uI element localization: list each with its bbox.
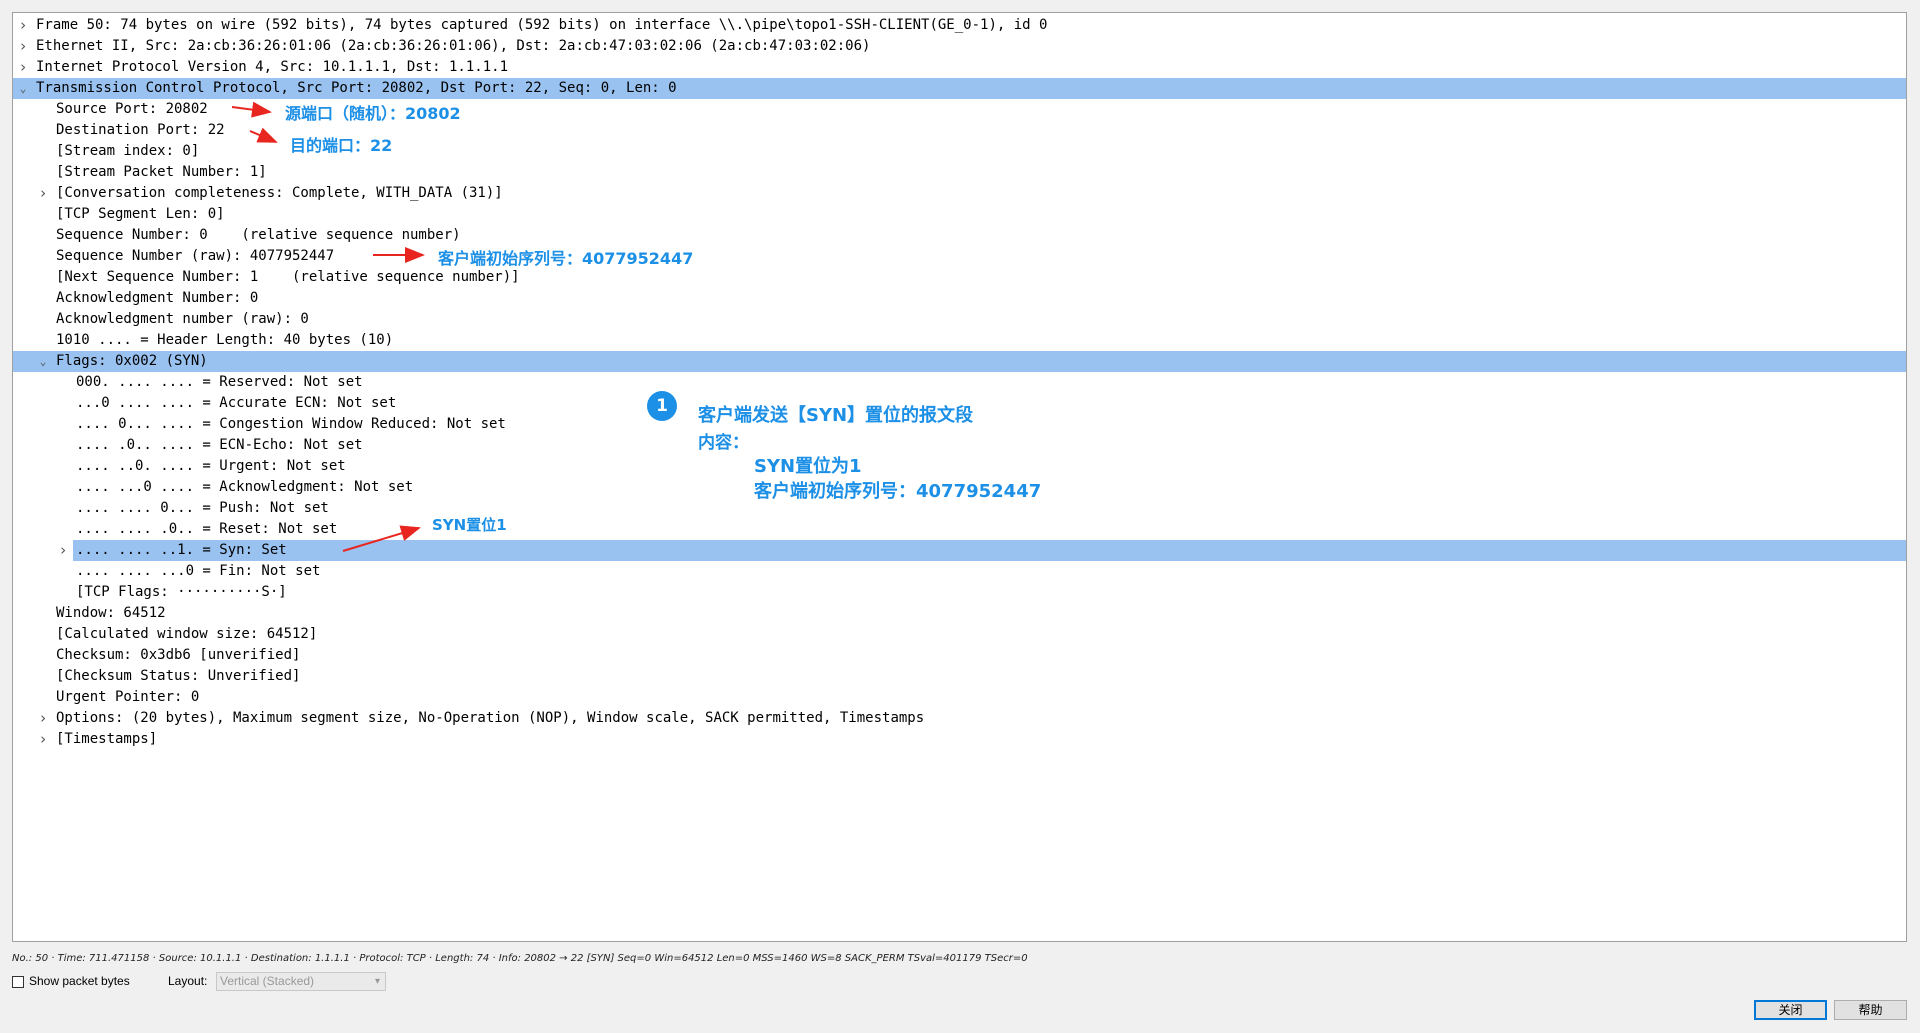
tree-row-label: Options: (20 bytes), Maximum segment siz… (56, 710, 925, 726)
chevron-right-icon[interactable]: › (17, 15, 29, 36)
tree-row[interactable]: Window: 64512 (13, 603, 1906, 624)
tree-row-label: [Timestamps] (56, 731, 158, 747)
tree-row[interactable]: Sequence Number: 0 (relative sequence nu… (13, 225, 1906, 246)
tree-row-label: .... .... 0... = Push: Not set (76, 500, 329, 516)
tree-row[interactable]: [TCP Segment Len: 0] (13, 204, 1906, 225)
tree-row[interactable]: ⌄ Flags: 0x002 (SYN) (13, 351, 1906, 372)
tree-row-label: [TCP Segment Len: 0] (56, 206, 225, 222)
tree-row-label: Frame 50: 74 bytes on wire (592 bits), 7… (36, 17, 1048, 33)
tree-row[interactable]: .... ..0. .... = Urgent: Not set (13, 456, 1906, 477)
chevron-down-icon[interactable]: ⌄ (17, 78, 29, 99)
tree-row-label: [Stream index: 0] (56, 143, 200, 159)
tree-row-label: .... .... ..1. = Syn: Set (76, 540, 291, 561)
tree-row[interactable]: › [Timestamps] (13, 729, 1906, 750)
tree-row-label: [Conversation completeness: Complete, WI… (56, 185, 503, 201)
tree-row-label: Acknowledgment number (raw): 0 (56, 311, 309, 327)
tree-row[interactable]: Acknowledgment Number: 0 (13, 288, 1906, 309)
tree-row[interactable]: Urgent Pointer: 0 (13, 687, 1906, 708)
tree-row[interactable]: Checksum: 0x3db6 [unverified] (13, 645, 1906, 666)
tree-row-label: Sequence Number (raw): 4077952447 (56, 248, 335, 264)
tree-row-label: Destination Port: 22 (56, 122, 225, 138)
annotation-src-port: 源端口（随机）：20802 (285, 104, 461, 123)
annotation-summary-isn: 客户端初始序列号：4077952447 (754, 481, 1042, 502)
tree-row-label: Transmission Control Protocol, Src Port:… (36, 80, 677, 96)
tree-row-label: .... .0.. .... = ECN-Echo: Not set (76, 437, 363, 453)
tree-row[interactable]: 000. .... .... = Reserved: Not set (13, 372, 1906, 393)
packet-status-line: No.: 50 · Time: 711.471158 · Source: 10.… (12, 953, 1028, 964)
tree-row-label: 000. .... .... = Reserved: Not set (76, 374, 363, 390)
tree-row-label: 1010 .... = Header Length: 40 bytes (10) (56, 332, 394, 348)
annotation-summary-syn: SYN置位为1 (754, 456, 862, 477)
tree-row-label: [TCP Flags: ··········S·] (76, 584, 287, 600)
chevron-right-icon[interactable]: › (57, 540, 69, 561)
tree-row[interactable]: [TCP Flags: ··········S·] (13, 582, 1906, 603)
annotation-summary-content-label: 内容： (698, 433, 749, 453)
tree-row-label: [Next Sequence Number: 1 (relative seque… (56, 269, 520, 285)
tree-row[interactable]: .... .0.. .... = ECN-Echo: Not set (13, 435, 1906, 456)
tree-row-label: .... ..0. .... = Urgent: Not set (76, 458, 346, 474)
tree-row-label: [Checksum Status: Unverified] (56, 668, 301, 684)
annotation-dst-port: 目的端口：22 (290, 136, 393, 155)
layout-select-value: Vertical (Stacked) (220, 974, 315, 988)
annotation-syn-label: SYN置位1 (432, 516, 507, 534)
tree-row[interactable]: › Frame 50: 74 bytes on wire (592 bits), … (13, 15, 1906, 36)
tree-row[interactable]: Acknowledgment number (raw): 0 (13, 309, 1906, 330)
chevron-right-icon[interactable]: › (37, 708, 49, 729)
layout-select[interactable]: Vertical (Stacked) ▾ (216, 972, 386, 991)
tree-row[interactable]: [Stream Packet Number: 1] (13, 162, 1906, 183)
tree-row[interactable]: ⌄ Transmission Control Protocol, Src Port… (13, 78, 1906, 99)
tree-row-label: Window: 64512 (56, 605, 166, 621)
tree-row[interactable]: › [Conversation completeness: Complete, W… (13, 183, 1906, 204)
tree-row-label: Urgent Pointer: 0 (56, 689, 200, 705)
show-packet-bytes-checkbox[interactable] (12, 976, 24, 988)
tree-row-label: Ethernet II, Src: 2a:cb:36:26:01:06 (2a:… (36, 38, 871, 54)
annotation-summary-title: 客户端发送【SYN】置位的报文段 (698, 405, 974, 426)
tree-row[interactable]: [Next Sequence Number: 1 (relative seque… (13, 267, 1906, 288)
annotation-isn: 客户端初始序列号：4077952447 (438, 249, 694, 268)
tree-row-label: Internet Protocol Version 4, Src: 10.1.1… (36, 59, 509, 75)
chevron-right-icon[interactable]: › (17, 57, 29, 78)
tree-row[interactable]: [Checksum Status: Unverified] (13, 666, 1906, 687)
help-button[interactable]: 帮助 (1834, 1000, 1907, 1020)
tree-row[interactable]: [Calculated window size: 64512] (13, 624, 1906, 645)
tree-row[interactable]: › Ethernet II, Src: 2a:cb:36:26:01:06 (2a… (13, 36, 1906, 57)
tree-row-label: Acknowledgment Number: 0 (56, 290, 259, 306)
tree-row[interactable]: › Internet Protocol Version 4, Src: 10.1.… (13, 57, 1906, 78)
tree-row[interactable]: › Options: (20 bytes), Maximum segment si… (13, 708, 1906, 729)
tree-row[interactable]: Sequence Number (raw): 4077952447 (13, 246, 1906, 267)
tree-row-label: Sequence Number: 0 (relative sequence nu… (56, 227, 461, 243)
tree-row[interactable]: .... .... .0.. = Reset: Not set (13, 519, 1906, 540)
tree-row-label: Flags: 0x002 (SYN) (56, 353, 208, 369)
show-packet-bytes-label[interactable]: Show packet bytes (29, 974, 130, 988)
chevron-down-icon: ▾ (374, 976, 380, 987)
tree-row-label: [Stream Packet Number: 1] (56, 164, 267, 180)
tree-row[interactable]: 1010 .... = Header Length: 40 bytes (10) (13, 330, 1906, 351)
tree-row[interactable]: › .... .... ..1. = Syn: Set (58, 540, 1906, 561)
chevron-right-icon[interactable]: › (17, 36, 29, 57)
chevron-right-icon[interactable]: › (37, 729, 49, 750)
tree-row-label: Source Port: 20802 (56, 101, 208, 117)
layout-label: Layout: (168, 974, 208, 988)
tree-row-label: Checksum: 0x3db6 [unverified] (56, 647, 301, 663)
tree-row-label: ...0 .... .... = Accurate ECN: Not set (76, 395, 397, 411)
step-badge: 1 (647, 391, 677, 421)
tree-row-label: .... .... .0.. = Reset: Not set (76, 521, 338, 537)
close-button[interactable]: 关闭 (1754, 1000, 1827, 1020)
tree-row[interactable]: .... .... ...0 = Fin: Not set (13, 561, 1906, 582)
tree-row-label: [Calculated window size: 64512] (56, 626, 318, 642)
chevron-down-icon[interactable]: ⌄ (37, 351, 49, 372)
chevron-right-icon[interactable]: › (37, 183, 49, 204)
tree-row-label: .... ...0 .... = Acknowledgment: Not set (76, 479, 414, 495)
tree-row-label: .... 0... .... = Congestion Window Reduc… (76, 416, 506, 432)
tree-row-label: .... .... ...0 = Fin: Not set (76, 563, 321, 579)
